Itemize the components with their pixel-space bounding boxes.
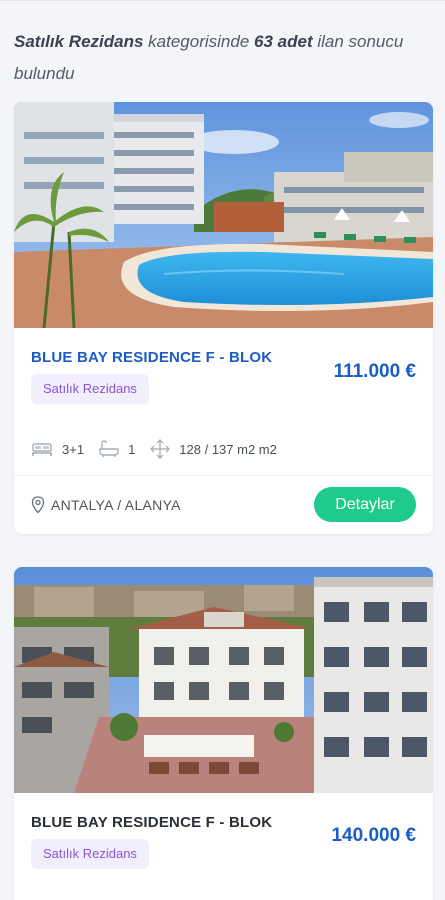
listing-photo[interactable] (14, 102, 433, 328)
category-badge: Satılık Rezidans (31, 839, 149, 869)
feature-area: 128 / 137 m2 m2 (150, 439, 277, 459)
details-button[interactable]: Detaylar (314, 487, 416, 522)
listing-page: Satılık Rezidans kategorisinde 63 adet i… (0, 0, 445, 900)
feature-baths: 1 (99, 440, 135, 458)
listing-card[interactable]: BLUE BAY RESIDENCE F - BLOK 111.000 € Sa… (14, 102, 433, 534)
area-arrows-icon (150, 439, 171, 459)
result-summary: Satılık Rezidans kategorisinde 63 adet i… (14, 26, 434, 90)
summary-count: 63 adet (254, 32, 313, 51)
rooms-value: 3+1 (62, 441, 85, 457)
pool-residence-image (14, 102, 433, 328)
listing-features: 3+1 1 128 / 137 m2 m2 (31, 436, 292, 462)
top-divider (0, 0, 445, 1)
area-value: 128 / 137 m2 m2 (179, 441, 277, 457)
listing-title[interactable]: BLUE BAY RESIDENCE F - BLOK (31, 349, 272, 366)
summary-category: Satılık Rezidans (14, 32, 144, 51)
category-badge: Satılık Rezidans (31, 374, 149, 404)
feature-rooms: 3+1 (31, 441, 84, 457)
location-text: ANTALYA / ALANYA (51, 497, 181, 513)
listing-title[interactable]: BLUE BAY RESIDENCE F - BLOK (31, 814, 272, 831)
listing-card[interactable]: BLUE BAY RESIDENCE F - BLOK 140.000 € Sa… (14, 567, 433, 900)
bed-icon (32, 443, 52, 456)
listing-location: ANTALYA / ALANYA (31, 496, 181, 514)
listing-photo[interactable] (14, 567, 433, 793)
baths-value: 1 (128, 441, 136, 457)
listing-price: 111.000 € (333, 361, 416, 382)
residence-buildings-image (14, 567, 433, 793)
summary-text-1: kategorisinde (143, 32, 255, 51)
card-divider (14, 475, 433, 476)
listing-price: 140.000 € (331, 825, 416, 846)
map-pin-icon (31, 496, 45, 514)
bathtub-icon (99, 440, 119, 458)
